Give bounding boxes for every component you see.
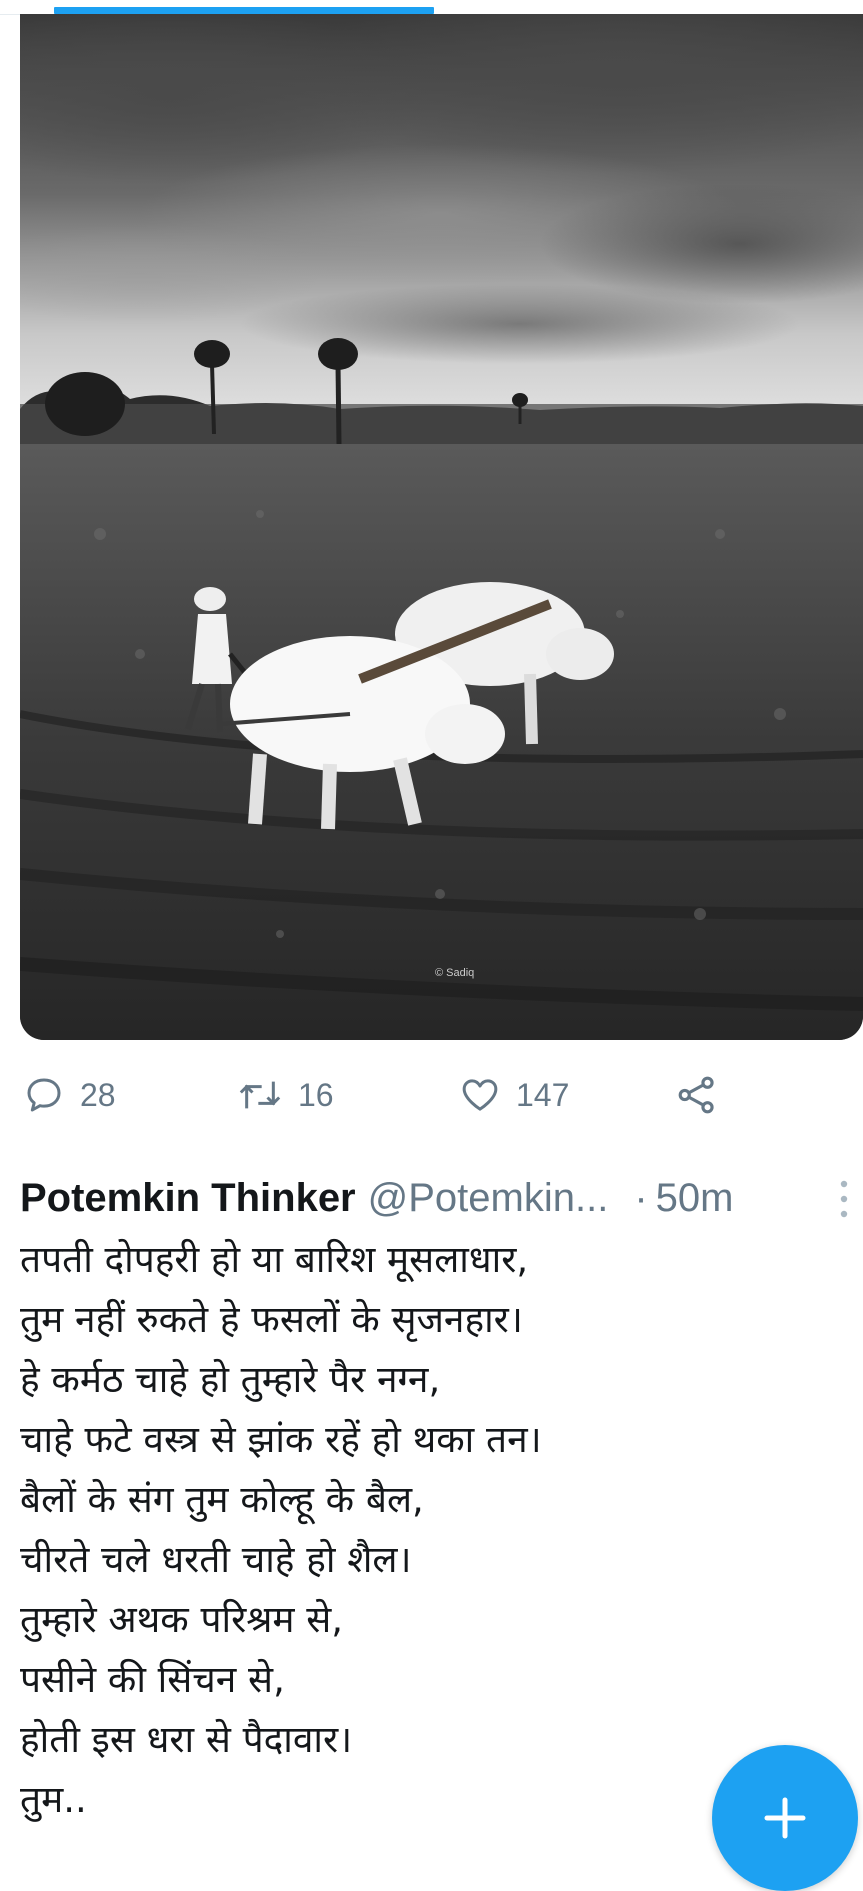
reply-button[interactable]: 28 (24, 1060, 116, 1130)
tweet-photo[interactable]: © Sadiq (20, 14, 863, 1040)
more-options-icon[interactable] (829, 1176, 859, 1222)
tweet-line: पसीने की सिंचन से, (20, 1658, 285, 1701)
share-icon (678, 1076, 714, 1114)
tweet-line: हे कर्मठ चाहे हो तुम्हारे पैर नग्न, (20, 1358, 441, 1401)
tweet-line: तपती दोपहरी हो या बारिश मूसलाधार, (20, 1238, 529, 1281)
tweet-line: तुम्हारे अथक परिश्रम से, (20, 1598, 344, 1641)
tweet-line: चाहे फटे वस्त्र से झांक रहें हो थका तन। (20, 1418, 542, 1461)
reply-icon (27, 1078, 61, 1112)
time-separator: · (634, 1175, 648, 1220)
tweet-header: Potemkin Thinker @Potemkin... · 50m (20, 1168, 863, 1228)
farmer-ploughing-photo: © Sadiq (20, 14, 863, 1040)
reply-count: 28 (80, 1076, 116, 1113)
share-button[interactable] (676, 1060, 718, 1130)
plus-icon (764, 1797, 806, 1839)
media-progress-track (0, 0, 863, 15)
tweet-line: चीरते चले धरती चाहे हो शैल। (20, 1538, 412, 1581)
like-count: 147 (516, 1076, 570, 1113)
like-button[interactable]: 147 (460, 1060, 569, 1130)
tweet-text: तपती दोपहरी हो या बारिश मूसलाधार, तुम नह… (20, 1230, 800, 1830)
retweet-count: 16 (298, 1076, 334, 1113)
media-progress-bar (54, 7, 434, 14)
tweet-timestamp[interactable]: 50m (656, 1176, 734, 1221)
tweet-line: होती इस धरा से पैदावार। (20, 1718, 353, 1761)
like-icon (462, 1079, 498, 1111)
tweet-line: बैलों के संग तुम कोल्हू के बैल, (20, 1478, 424, 1521)
tweet-line: तुम नहीं रुकते हे फसलों के सृजनहार। (20, 1298, 523, 1341)
author-handle[interactable]: @Potemkin... (368, 1176, 609, 1221)
retweet-button[interactable]: 16 (238, 1060, 334, 1130)
tweet-actions: 28 16 147 (0, 1060, 863, 1130)
retweet-icon (239, 1081, 281, 1109)
author-name[interactable]: Potemkin Thinker (20, 1176, 356, 1221)
photo-watermark: © Sadiq (435, 967, 474, 979)
compose-tweet-button[interactable] (712, 1745, 858, 1891)
tweet-line: तुम.. (20, 1778, 87, 1821)
